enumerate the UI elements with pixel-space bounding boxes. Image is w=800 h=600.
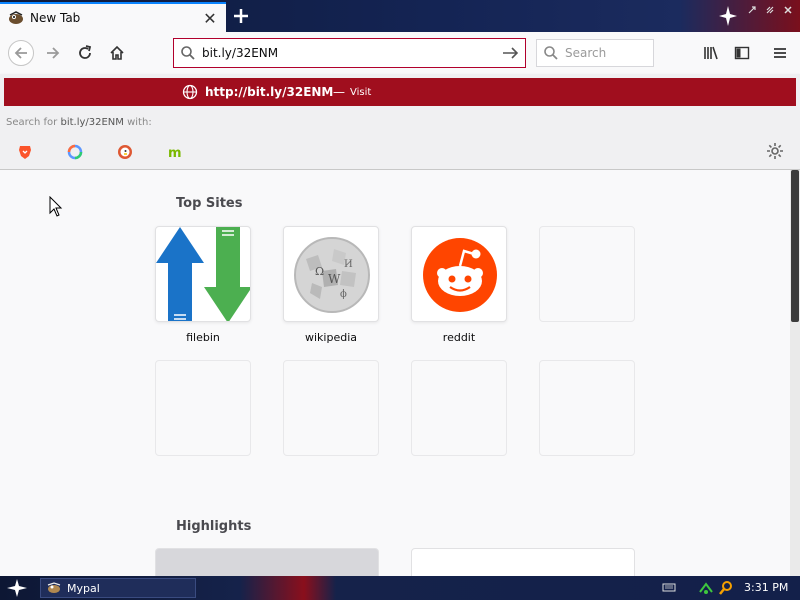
autocomplete-action: Visit bbox=[350, 87, 372, 98]
tray-search-icon[interactable] bbox=[718, 580, 734, 599]
keyboard-icon[interactable] bbox=[662, 581, 676, 596]
back-button[interactable] bbox=[8, 40, 34, 66]
top-sites-heading: Top Sites bbox=[176, 196, 243, 211]
menu-button[interactable] bbox=[767, 40, 793, 66]
globe-icon bbox=[182, 84, 198, 100]
sidebar-button[interactable] bbox=[729, 40, 755, 66]
mouse-pointer-icon bbox=[49, 195, 63, 221]
os-taskbar: Mypal 3:31 PM bbox=[0, 576, 800, 600]
svg-text:ϕ: ϕ bbox=[340, 289, 347, 300]
search-bar[interactable]: Search bbox=[536, 39, 654, 67]
search-with-label: Search for bit.ly/32ENM with: bbox=[6, 117, 152, 128]
reload-icon bbox=[79, 45, 92, 59]
taskbar-item-mypal[interactable]: Mypal bbox=[40, 578, 196, 598]
url-bar[interactable]: bit.ly/32ENM bbox=[173, 38, 526, 68]
top-site-label: reddit bbox=[442, 331, 476, 344]
search-icon bbox=[174, 39, 202, 67]
top-site-tile-empty[interactable] bbox=[539, 360, 635, 456]
top-site-tile-reddit[interactable] bbox=[411, 226, 507, 322]
reddit-icon bbox=[423, 238, 497, 312]
search-icon bbox=[537, 40, 565, 66]
svg-text:Ω: Ω bbox=[315, 265, 324, 278]
qwant-icon[interactable] bbox=[66, 143, 84, 161]
search-settings-gear-icon[interactable] bbox=[766, 142, 784, 163]
autocomplete-dash: — bbox=[333, 85, 345, 99]
highlights-heading: Highlights bbox=[176, 519, 252, 534]
taskbar-clock: 3:31 PM bbox=[744, 581, 789, 594]
svg-text:И: И bbox=[344, 259, 353, 270]
svg-text:m: m bbox=[168, 146, 182, 160]
autocomplete-visit-row[interactable]: http://bit.ly/32ENM — Visit bbox=[4, 78, 796, 106]
top-site-label: filebin bbox=[186, 331, 220, 344]
brave-icon[interactable] bbox=[16, 143, 34, 161]
wikipedia-icon: Ω W И ϕ bbox=[294, 237, 370, 313]
top-site-tile-empty[interactable] bbox=[411, 360, 507, 456]
library-button[interactable] bbox=[698, 40, 724, 66]
sidebar-icon bbox=[734, 46, 750, 60]
library-icon bbox=[704, 46, 718, 60]
url-autocomplete-popup: http://bit.ly/32ENM — Visit Search for b… bbox=[0, 74, 800, 170]
filebin-icon bbox=[156, 227, 250, 321]
top-site-label: wikipedia bbox=[304, 331, 357, 344]
hamburger-menu-icon bbox=[774, 48, 786, 58]
url-input[interactable]: bit.ly/32ENM bbox=[202, 46, 497, 60]
navigation-toolbar: bit.ly/32ENM Search bbox=[0, 32, 800, 74]
autocomplete-url: http://bit.ly/32ENM bbox=[205, 85, 334, 99]
duckduckgo-icon[interactable] bbox=[116, 143, 134, 161]
go-arrow-icon[interactable] bbox=[497, 39, 525, 67]
reload-button[interactable] bbox=[72, 40, 98, 66]
tab-title: New Tab bbox=[30, 11, 81, 25]
close-tab-icon[interactable]: ✕ bbox=[200, 8, 220, 28]
window-controls bbox=[745, 3, 795, 17]
browser-window: New Tab ✕ bit.ly/32ENM Search http://bit… bbox=[0, 0, 800, 600]
tab-new-tab[interactable]: New Tab ✕ bbox=[0, 2, 226, 32]
top-site-tile-empty[interactable] bbox=[155, 360, 251, 456]
top-site-tile-empty[interactable] bbox=[283, 360, 379, 456]
network-icon[interactable] bbox=[698, 580, 714, 599]
taskbar-item-label: Mypal bbox=[67, 581, 100, 595]
star-logo-icon bbox=[718, 4, 738, 28]
search-input[interactable]: Search bbox=[565, 46, 606, 60]
new-tab-button[interactable] bbox=[229, 4, 253, 28]
arrow-left-icon bbox=[14, 47, 27, 59]
minimize-icon[interactable] bbox=[745, 3, 759, 17]
new-tab-page bbox=[0, 170, 790, 576]
scrollbar-thumb[interactable] bbox=[791, 170, 799, 322]
vertical-scrollbar[interactable] bbox=[790, 170, 800, 576]
home-icon bbox=[110, 45, 124, 60]
mojeek-icon[interactable]: m bbox=[166, 143, 184, 161]
maximize-icon[interactable] bbox=[763, 3, 777, 17]
top-site-tile-wikipedia[interactable]: Ω W И ϕ bbox=[283, 226, 379, 322]
tab-strip: New Tab ✕ bbox=[0, 0, 800, 32]
top-site-tile-filebin[interactable] bbox=[155, 226, 251, 322]
top-site-tile-empty[interactable] bbox=[539, 226, 635, 322]
mypal-app-icon bbox=[47, 582, 61, 593]
mypal-favicon-icon bbox=[8, 10, 24, 26]
arrow-right-icon bbox=[47, 47, 60, 59]
start-star-icon[interactable] bbox=[6, 578, 28, 598]
close-window-icon[interactable] bbox=[781, 3, 795, 17]
svg-text:W: W bbox=[328, 272, 341, 286]
forward-button[interactable] bbox=[40, 40, 66, 66]
home-button[interactable] bbox=[104, 40, 130, 66]
